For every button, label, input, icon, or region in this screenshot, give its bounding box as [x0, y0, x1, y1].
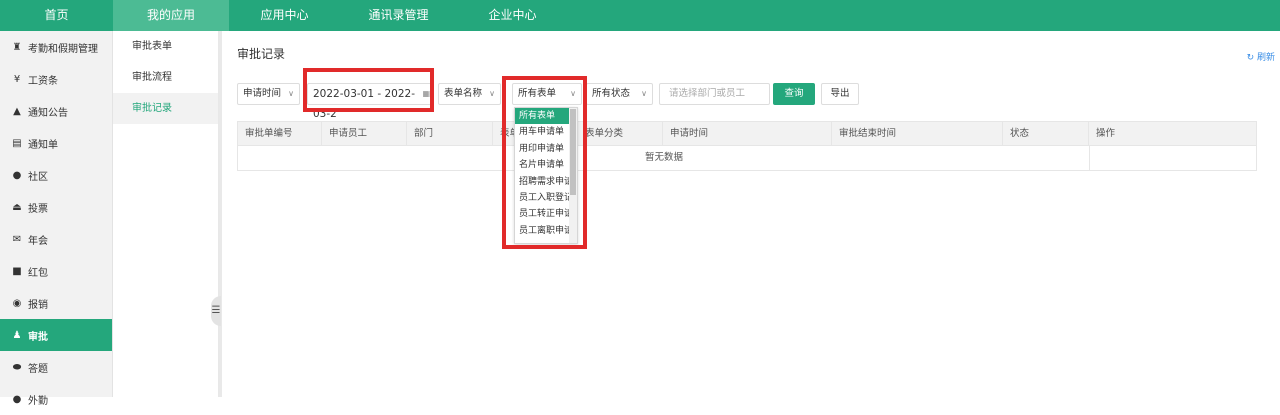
approval-records-table: 审批单编号 申请员工 部门 表单名称 表单分类 申请时间 审批结束时间 状态 操… [237, 121, 1257, 171]
mail-icon: ✉ [12, 233, 22, 245]
dropdown-option[interactable]: 所有表单 [515, 108, 569, 125]
chevron-down-icon: ∨ [288, 89, 294, 98]
top-navigation: 首页 我的应用 应用中心 通讯录管理 企业中心 [0, 0, 1280, 31]
chat-icon: ● [12, 169, 22, 181]
sidebar-item-red-packet[interactable]: ■ 红包 [0, 255, 112, 287]
date-range-input[interactable]: 2022-03-01 - 2022-03-2 ▦ [307, 83, 432, 120]
sidebar-item-label: 答题 [28, 363, 48, 375]
tab-app-center[interactable]: 应用中心 [229, 0, 340, 31]
search-placeholder: 请选择部门或员工 [669, 88, 746, 99]
tab-home[interactable]: 首页 [0, 0, 113, 31]
time-type-value: 申请时间 [243, 88, 282, 99]
refresh-icon: ↻ [1246, 53, 1255, 63]
dropdown-option[interactable]: 员工离职申请 [515, 223, 569, 239]
dropdown-option[interactable]: 名片申请单 [515, 157, 569, 173]
sidebar-item-attendance[interactable]: ♜ 考勤和假期管理 [0, 31, 112, 63]
subnav-item-approval-forms[interactable]: 审批表单 [113, 31, 218, 62]
main-content: 审批记录 ↻ 刷新 申请时间 ∨ 2022-03-01 - 2022-03-2 ▦ … [222, 31, 1275, 397]
tab-contacts-management[interactable]: 通讯录管理 [340, 0, 457, 31]
page-title: 审批记录 [237, 47, 286, 61]
sidebar-item-label: 投票 [28, 203, 48, 215]
form-field-select[interactable]: 表单名称 ∨ [438, 83, 501, 105]
sidebar-item-label: 年会 [28, 235, 48, 247]
yen-icon: ¥ [13, 73, 21, 85]
table-header: 审批单编号 申请员工 部门 表单名称 表单分类 申请时间 审批结束时间 状态 操… [237, 121, 1257, 146]
column-header-department: 部门 [407, 122, 493, 145]
form-select[interactable]: 所有表单 ∨ [512, 83, 582, 105]
status-select-value: 所有状态 [592, 88, 631, 99]
form-field-value: 表单名称 [444, 88, 483, 99]
sidebar-item-label: 考勤和假期管理 [28, 43, 98, 55]
sidebar-item-annual-meeting[interactable]: ✉ 年会 [0, 223, 112, 255]
sidebar-item-label: 报销 [28, 299, 48, 311]
form-select-value: 所有表单 [518, 88, 557, 99]
bell-icon: ▲ [13, 105, 21, 117]
calendar-icon: ▦ [422, 89, 430, 98]
red-packet-icon: ■ [12, 265, 22, 277]
dropdown-option[interactable]: 招聘需求申请 [515, 174, 569, 190]
column-header-apply-time: 申请时间 [663, 122, 832, 145]
column-header-form-category: 表单分类 [578, 122, 663, 145]
sidebar-item-announcements[interactable]: ▲ 通知公告 [0, 95, 112, 127]
dropdown-option[interactable]: 用印申请单 [515, 141, 569, 157]
sidebar-item-label: 社区 [28, 171, 48, 183]
sidebar-item-quiz[interactable]: ⬬ 答题 [0, 351, 112, 383]
sidebar-item-label: 审批 [28, 331, 48, 343]
sidebar-item-payslip[interactable]: ¥ 工资条 [0, 63, 112, 95]
status-select[interactable]: 所有状态 ∨ [586, 83, 653, 105]
vote-icon: ⏏ [12, 201, 22, 213]
department-employee-search-input[interactable]: 请选择部门或员工 [659, 83, 770, 105]
empty-state-text: 暂无数据 [644, 152, 683, 163]
location-icon: ● [12, 393, 22, 405]
column-header-applicant: 申请员工 [322, 122, 407, 145]
person-clock-icon: ♜ [12, 41, 22, 53]
sidebar-item-reimbursement[interactable]: ◉ 报销 [0, 287, 112, 319]
sidebar-item-label: 通知单 [28, 139, 58, 151]
sidebar-item-label: 通知公告 [28, 107, 68, 119]
form-select-dropdown: 所有表单 用车申请单 用印申请单 名片申请单 招聘需求申请 员工入职登记 员工转… [514, 107, 578, 244]
column-header-end-time: 审批结束时间 [832, 122, 1003, 145]
subnav-item-approval-records[interactable]: 审批记录 [113, 93, 218, 124]
column-header-status: 状态 [1003, 122, 1089, 145]
chevron-down-icon: ∨ [489, 89, 495, 98]
sidebar-item-label: 外勤 [28, 395, 48, 407]
dropdown-option[interactable]: 用车申请单 [515, 124, 569, 140]
query-button[interactable]: 查询 [773, 83, 815, 105]
collapse-handle-icon[interactable]: ☰ [211, 296, 221, 326]
export-button[interactable]: 导出 [821, 83, 859, 105]
column-divider [1089, 146, 1090, 170]
column-header-actions: 操作 [1096, 128, 1116, 139]
sidebar: ♜ 考勤和假期管理 ¥ 工资条 ▲ 通知公告 ▤ 通知单 ● 社区 ⏏ 投票 ✉ 年会 ■ 红包… [0, 31, 113, 407]
sidebar-item-notices[interactable]: ▤ 通知单 [0, 127, 112, 159]
dropdown-scrollbar[interactable] [569, 108, 577, 243]
tab-enterprise-center[interactable]: 企业中心 [457, 0, 568, 31]
sidebar-item-label: 红包 [28, 267, 48, 279]
coin-icon: ◉ [12, 297, 22, 309]
sidebar-item-label: 工资条 [28, 75, 58, 87]
chevron-down-icon: ∨ [641, 89, 647, 98]
sidebar-item-vote[interactable]: ⏏ 投票 [0, 191, 112, 223]
user-check-icon: ♟ [12, 329, 22, 341]
scrollbar-thumb[interactable] [570, 109, 576, 195]
chevron-down-icon: ∨ [570, 89, 576, 98]
date-range-value: 2022-03-01 - 2022-03-2 [313, 88, 415, 120]
tab-my-apps[interactable]: 我的应用 [113, 0, 229, 31]
refresh-button[interactable]: ↻ 刷新 [1247, 50, 1275, 63]
sidebar-item-community[interactable]: ● 社区 [0, 159, 112, 191]
pill-icon: ⬬ [12, 361, 22, 373]
time-type-select[interactable]: 申请时间 ∨ [237, 83, 300, 105]
sidebar-item-field-work[interactable]: ● 外勤 [0, 383, 112, 415]
subnav-item-approval-flow[interactable]: 审批流程 [113, 62, 218, 93]
list-icon: ▤ [12, 137, 22, 149]
dropdown-option[interactable]: 员工入职登记 [515, 190, 569, 206]
refresh-label: 刷新 [1256, 53, 1275, 63]
table-body: 暂无数据 [237, 146, 1257, 171]
column-header-approval-no: 审批单编号 [238, 122, 322, 145]
dropdown-option[interactable]: 员工转正申请 [515, 206, 569, 222]
sub-navigation: 审批表单 审批流程 审批记录 [113, 31, 219, 397]
sidebar-item-approval[interactable]: ♟ 审批 [0, 319, 112, 351]
